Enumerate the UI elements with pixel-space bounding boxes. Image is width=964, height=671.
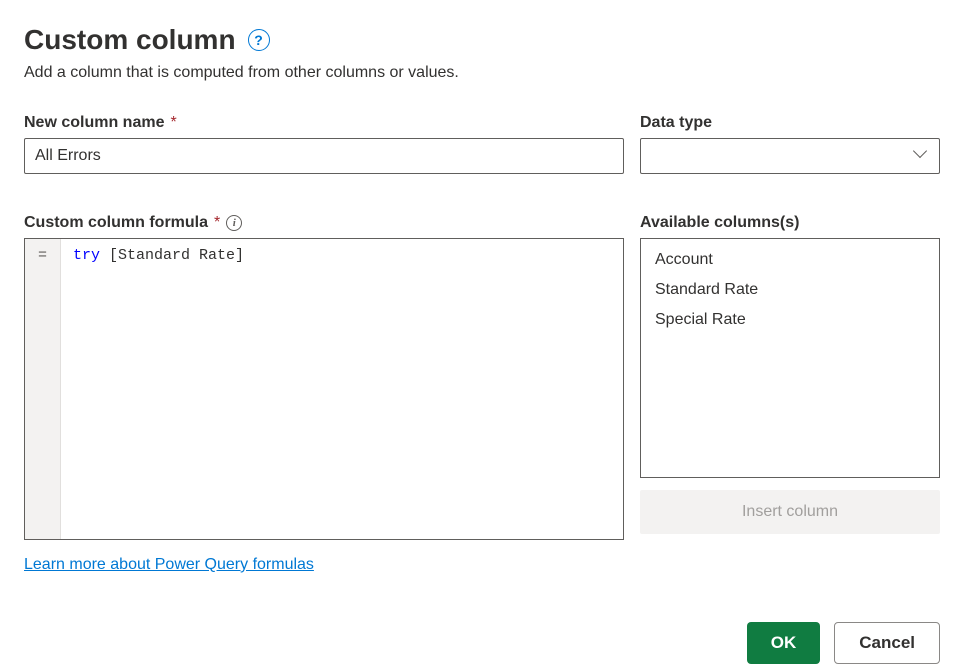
- required-asterisk: *: [214, 214, 220, 232]
- required-asterisk: *: [170, 114, 176, 132]
- learn-more-link[interactable]: Learn more about Power Query formulas: [24, 556, 314, 573]
- insert-column-button[interactable]: Insert column: [640, 490, 940, 534]
- data-type-label: Data type: [640, 114, 940, 132]
- formula-code-area[interactable]: try [Standard Rate]: [61, 239, 623, 539]
- formula-keyword: try: [73, 247, 100, 264]
- formula-label: Custom column formula * i: [24, 214, 624, 232]
- new-column-name-input[interactable]: [24, 138, 624, 174]
- data-type-dropdown[interactable]: [640, 138, 940, 174]
- dialog-title: Custom column: [24, 24, 236, 56]
- ok-button[interactable]: OK: [747, 622, 821, 664]
- formula-editor[interactable]: = try [Standard Rate]: [24, 238, 624, 540]
- available-columns-list[interactable]: Account Standard Rate Special Rate: [640, 238, 940, 478]
- available-columns-label: Available columns(s): [640, 214, 940, 232]
- new-column-name-field: New column name *: [24, 114, 624, 174]
- list-item[interactable]: Special Rate: [641, 305, 939, 335]
- dialog-subtitle: Add a column that is computed from other…: [24, 64, 940, 82]
- formula-section: Custom column formula * i = try [Standar…: [24, 214, 624, 574]
- available-columns-section: Available columns(s) Account Standard Ra…: [640, 214, 940, 574]
- list-item[interactable]: Account: [641, 245, 939, 275]
- info-icon[interactable]: i: [226, 215, 242, 231]
- chevron-down-icon: [915, 149, 929, 163]
- data-type-field: Data type: [640, 114, 940, 174]
- formula-gutter: =: [25, 239, 61, 539]
- formula-column-ref: [Standard Rate]: [109, 247, 244, 264]
- list-item[interactable]: Standard Rate: [641, 275, 939, 305]
- cancel-button[interactable]: Cancel: [834, 622, 940, 664]
- new-column-name-label: New column name *: [24, 114, 624, 132]
- help-icon[interactable]: ?: [248, 29, 270, 51]
